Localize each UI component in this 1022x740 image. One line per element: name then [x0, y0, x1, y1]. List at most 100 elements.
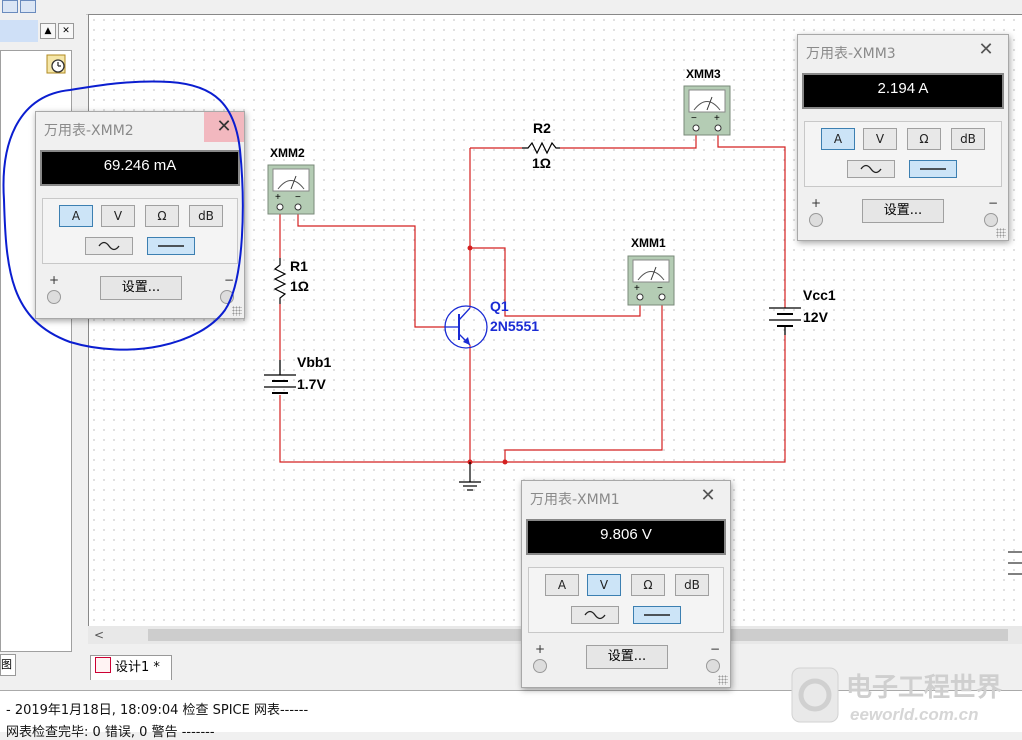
close-icon[interactable]: ✕: [204, 112, 244, 142]
mode-a-button[interactable]: A: [821, 128, 855, 150]
resize-grip[interactable]: [996, 228, 1006, 238]
close-icon[interactable]: ✕: [688, 481, 728, 511]
dc-button[interactable]: [909, 160, 957, 178]
mode-db-button[interactable]: dB: [189, 205, 223, 227]
dc-line-icon: [158, 245, 184, 247]
multimeter-dialog-xmm1[interactable]: 万用表-XMM1 ✕ 9.806 V A V Ω dB + 设置... −: [521, 480, 731, 688]
dialog-title: 万用表-XMM3: [806, 46, 896, 62]
q1-ref: Q1: [490, 298, 509, 314]
xmm2-minus: −: [295, 192, 301, 203]
watermark-cn: 电子工程世界: [846, 672, 1002, 702]
multimeter-xmm1[interactable]: [627, 255, 675, 306]
minus-terminal[interactable]: [220, 290, 234, 304]
ground-symbol[interactable]: [459, 462, 481, 491]
mode-db-button[interactable]: dB: [951, 128, 985, 150]
mode-v-button[interactable]: V: [587, 574, 621, 596]
battery-vcc1[interactable]: [769, 307, 801, 335]
mode-group: A V Ω dB: [528, 567, 724, 633]
mode-a-button[interactable]: A: [545, 574, 579, 596]
multimeter-dialog-xmm2[interactable]: 万用表-XMM2 ✕ 69.246 mA A V Ω dB + 设置... −: [35, 111, 245, 319]
multimeter-xmm3[interactable]: [683, 85, 731, 136]
minus-terminal[interactable]: [984, 213, 998, 227]
multimeter-dialog-xmm3[interactable]: 万用表-XMM3 ✕ 2.194 A A V Ω dB + 设置... −: [797, 34, 1009, 241]
mode-db-button[interactable]: dB: [675, 574, 709, 596]
plus-terminal[interactable]: [533, 659, 547, 673]
battery-vbb1[interactable]: [264, 360, 296, 394]
plus-terminal[interactable]: [809, 213, 823, 227]
offscreen-component: [1008, 551, 1022, 575]
toolbar-grid-icon[interactable]: [2, 0, 18, 13]
xmm1-minus: −: [657, 283, 663, 294]
panel-close-button[interactable]: ✕: [58, 23, 74, 39]
mode-ohm-button[interactable]: Ω: [145, 205, 179, 227]
minus-sign: −: [988, 196, 999, 210]
resistor-r1[interactable]: [273, 258, 287, 304]
dialog-title: 万用表-XMM2: [44, 123, 134, 139]
mode-group: A V Ω dB: [42, 198, 238, 264]
meter-reading: 2.194 A: [802, 73, 1004, 109]
plus-sign: +: [535, 642, 546, 656]
r1-value: 1Ω: [290, 278, 309, 294]
mode-v-button[interactable]: V: [101, 205, 135, 227]
mode-a-button[interactable]: A: [59, 205, 93, 227]
panel-header-selected: [0, 20, 38, 42]
ac-wave-icon: [860, 164, 882, 174]
toolbar-view-icon[interactable]: [20, 0, 36, 13]
xmm1-ref: XMM1: [631, 236, 666, 250]
minus-sign: −: [224, 273, 235, 287]
plus-sign: +: [811, 196, 822, 210]
ac-wave-icon: [584, 610, 606, 620]
q1-model: 2N5551: [490, 318, 539, 334]
resize-grip[interactable]: [232, 306, 242, 316]
settings-button[interactable]: 设置...: [586, 645, 668, 669]
meter-reading: 9.806 V: [526, 519, 726, 555]
resistor-r2[interactable]: [522, 141, 560, 155]
dialog-title: 万用表-XMM1: [530, 492, 620, 508]
vbb1-value: 1.7V: [297, 376, 326, 392]
mode-v-button[interactable]: V: [863, 128, 897, 150]
xmm3-ref: XMM3: [686, 67, 721, 81]
ac-button[interactable]: [571, 606, 619, 624]
plus-terminal[interactable]: [47, 290, 61, 304]
xmm2-plus: +: [275, 192, 281, 203]
ac-wave-icon: [98, 241, 120, 251]
r2-value: 1Ω: [532, 155, 551, 171]
multimeter-xmm2[interactable]: [267, 164, 315, 215]
settings-button[interactable]: 设置...: [862, 199, 944, 223]
panel-minimize-button[interactable]: ▲: [40, 23, 56, 39]
plus-sign: +: [49, 273, 60, 287]
mode-group: A V Ω dB: [804, 121, 1002, 187]
vcc1-ref: Vcc1: [803, 287, 836, 303]
schematic-icon: [95, 657, 111, 673]
toolbar: [0, 0, 1022, 15]
minus-terminal[interactable]: [706, 659, 720, 673]
junctions: [467, 245, 508, 465]
ac-button[interactable]: [847, 160, 895, 178]
tab-design1[interactable]: 设计1 *: [90, 655, 172, 680]
r2-ref: R2: [533, 120, 551, 136]
settings-button[interactable]: 设置...: [100, 276, 182, 300]
console-line: - 2019年1月18日, 18:09:04 检查 SPICE 网表------: [6, 703, 309, 718]
resize-grip[interactable]: [718, 675, 728, 685]
wires: [279, 134, 786, 463]
transistor-q1[interactable]: [444, 305, 488, 349]
dc-button[interactable]: [147, 237, 195, 255]
minus-sign: −: [710, 642, 721, 656]
close-icon[interactable]: ✕: [966, 35, 1006, 65]
clock-icon[interactable]: [46, 54, 66, 74]
mode-ohm-button[interactable]: Ω: [907, 128, 941, 150]
dc-button[interactable]: [633, 606, 681, 624]
meter-reading: 69.246 mA: [40, 150, 240, 186]
watermark-en: eeworld.com.cn: [850, 705, 978, 724]
panel-tab-hierarchy[interactable]: 图: [0, 654, 16, 676]
mode-ohm-button[interactable]: Ω: [631, 574, 665, 596]
ac-button[interactable]: [85, 237, 133, 255]
eeworld-watermark-logo: 电子工程世界 eeworld.com.cn: [791, 667, 1002, 724]
dc-line-icon: [644, 614, 670, 616]
r1-ref: R1: [290, 258, 308, 274]
dc-line-icon: [920, 168, 946, 170]
vbb1-ref: Vbb1: [297, 354, 331, 370]
scroll-left-icon[interactable]: <: [94, 626, 104, 644]
xmm3-minus: −: [691, 113, 697, 124]
tab-design1-label: 设计1 *: [115, 660, 160, 675]
